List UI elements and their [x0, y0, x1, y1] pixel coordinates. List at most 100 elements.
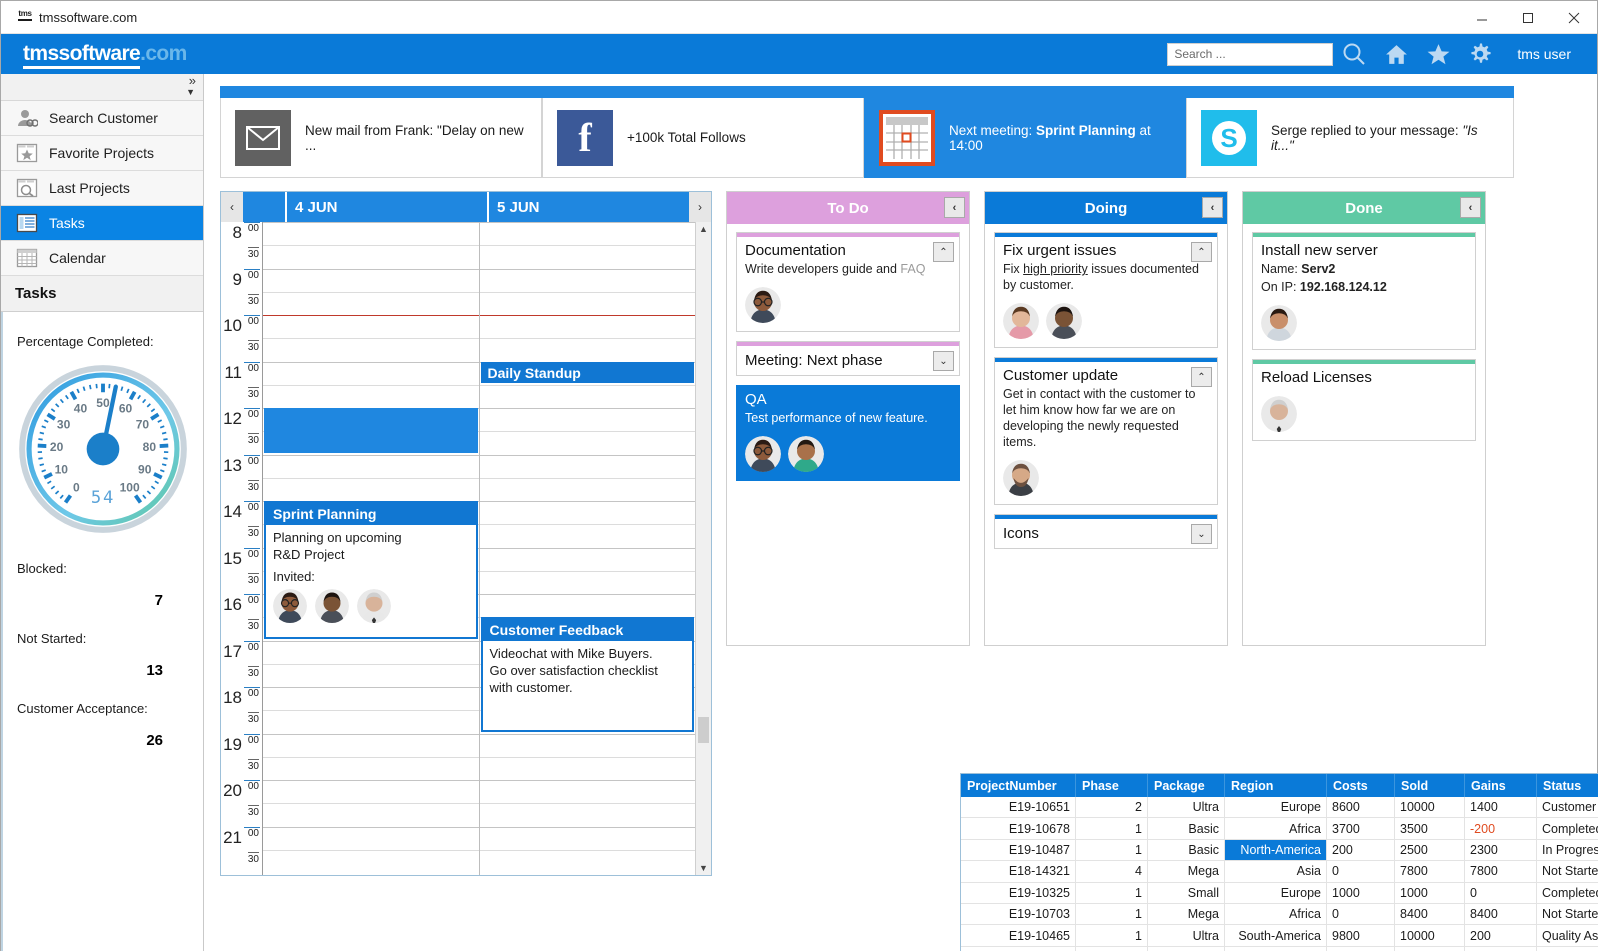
chevron-down-icon[interactable]: ▼ — [186, 87, 195, 97]
notification-item[interactable]: SSerge replied to your message: "Is it..… — [1186, 98, 1514, 178]
grid-cell[interactable]: E19-10465 — [961, 925, 1076, 945]
search-input[interactable]: Search ... — [1167, 43, 1333, 66]
grid-cell[interactable]: E18-14321 — [961, 861, 1076, 881]
grid-cell[interactable]: 1 — [1076, 904, 1148, 924]
kanban-column-collapse-button[interactable]: ‹ — [1202, 197, 1223, 218]
table-row[interactable]: E19-104871BasicNorth-America20025002300I… — [961, 840, 1598, 861]
grid-cell[interactable]: 8400 — [1395, 904, 1465, 924]
grid-cell[interactable]: Africa — [1225, 818, 1327, 838]
grid-cell[interactable]: Basic — [1148, 947, 1225, 951]
kanban-card[interactable]: Fix urgent issuesFix high priority issue… — [994, 232, 1218, 348]
calendar-prev-button[interactable]: ‹ — [221, 192, 243, 222]
grid-column-header[interactable]: Phase — [1076, 774, 1148, 797]
calendar-next-button[interactable]: › — [689, 192, 711, 222]
minimize-button[interactable] — [1459, 1, 1505, 34]
notification-item[interactable]: Next meeting: Sprint Planning at 14:00 — [864, 98, 1186, 178]
grid-cell[interactable]: 4 — [1076, 861, 1148, 881]
grid-cell[interactable]: 200 — [1327, 840, 1395, 860]
calendar-event-card[interactable]: Customer FeedbackVideochat with Mike Buy… — [481, 617, 695, 731]
sidebar-item-search-customer[interactable]: Search Customer — [1, 101, 203, 136]
grid-cell[interactable]: 8400 — [1465, 904, 1537, 924]
grid-cell[interactable]: -200 — [1465, 818, 1537, 838]
grid-cell[interactable]: 9800 — [1327, 925, 1395, 945]
grid-cell[interactable]: Quality Assurance — [1537, 925, 1598, 945]
grid-cell[interactable]: 3500 — [1395, 818, 1465, 838]
chevron-double-right-icon[interactable]: » — [189, 75, 196, 87]
grid-cell[interactable]: 2500 — [1395, 840, 1465, 860]
grid-cell[interactable]: 10000 — [1395, 797, 1465, 817]
home-icon[interactable] — [1375, 34, 1417, 74]
grid-cell[interactable]: 0 — [1465, 883, 1537, 903]
kanban-column-collapse-button[interactable]: ‹ — [944, 197, 965, 218]
grid-cell[interactable]: Ultra — [1148, 925, 1225, 945]
grid-cell[interactable]: 3700 — [1327, 818, 1395, 838]
scroll-up-icon[interactable]: ▲ — [699, 224, 708, 234]
grid-cell[interactable]: Basic — [1148, 818, 1225, 838]
grid-cell[interactable]: Europe — [1225, 883, 1327, 903]
grid-cell[interactable]: 2 — [1076, 797, 1148, 817]
gear-icon[interactable] — [1459, 34, 1501, 74]
card-expand-button[interactable]: ⌄ — [933, 351, 954, 371]
sidebar-item-last-projects[interactable]: Last Projects — [1, 171, 203, 206]
kanban-card[interactable]: Install new serverName: Serv2On IP: 192.… — [1252, 232, 1476, 350]
grid-cell[interactable]: Customer Acceptance — [1537, 797, 1598, 817]
kanban-card[interactable]: Icons⌄ — [994, 514, 1218, 549]
grid-cell[interactable]: 1 — [1076, 818, 1148, 838]
grid-column-header[interactable]: Region — [1225, 774, 1327, 797]
grid-cell[interactable]: Completed — [1537, 818, 1598, 838]
kanban-card[interactable]: Meeting: Next phase⌄ — [736, 341, 960, 376]
scroll-thumb[interactable] — [698, 717, 709, 743]
grid-cell[interactable]: E19-10325 — [961, 883, 1076, 903]
card-expand-button[interactable]: ⌄ — [1191, 524, 1212, 544]
calendar-event-block[interactable] — [264, 408, 478, 453]
grid-column-header[interactable]: Package — [1148, 774, 1225, 797]
grid-cell[interactable]: E19-10632 — [961, 947, 1076, 951]
sidebar-item-calendar[interactable]: Calendar — [1, 241, 203, 276]
grid-cell[interactable]: 7800 — [1395, 861, 1465, 881]
grid-cell[interactable]: 2300 — [1465, 840, 1537, 860]
grid-cell[interactable]: Completed — [1537, 947, 1598, 951]
calendar-day-header-0[interactable]: 4 JUN — [285, 192, 487, 222]
calendar-scrollbar[interactable]: ▲ ▼ — [695, 222, 711, 875]
grid-cell[interactable]: Asia — [1225, 861, 1327, 881]
table-row[interactable]: E19-104651UltraSouth-America980010000200… — [961, 925, 1598, 946]
kanban-card[interactable]: DocumentationWrite developers guide and … — [736, 232, 960, 332]
grid-cell[interactable]: Basic — [1148, 840, 1225, 860]
sidebar-item-favorite-projects[interactable]: Favorite Projects — [1, 136, 203, 171]
card-collapse-button[interactable]: ⌃ — [1191, 242, 1212, 262]
table-row[interactable]: E19-106781BasicAfrica37003500-200Complet… — [961, 818, 1598, 839]
grid-cell[interactable]: Mega — [1148, 861, 1225, 881]
grid-cell[interactable]: South-America — [1225, 925, 1327, 945]
table-row[interactable]: E19-106322BasicAsia39004500600Completed — [961, 947, 1598, 951]
grid-cell[interactable]: E19-10678 — [961, 818, 1076, 838]
grid-cell[interactable]: 1 — [1076, 883, 1148, 903]
sidebar-item-tasks[interactable]: Tasks — [1, 206, 203, 241]
grid-cell[interactable]: 1 — [1076, 925, 1148, 945]
scroll-down-icon[interactable]: ▼ — [699, 863, 708, 873]
grid-cell[interactable]: Ultra — [1148, 797, 1225, 817]
grid-column-header[interactable]: Sold — [1395, 774, 1465, 797]
table-row[interactable]: E19-106512UltraEurope8600100001400Custom… — [961, 797, 1598, 818]
grid-cell[interactable]: Africa — [1225, 904, 1327, 924]
grid-cell[interactable]: Europe — [1225, 797, 1327, 817]
grid-column-header[interactable]: ProjectNumber — [961, 774, 1076, 797]
grid-column-header[interactable]: Status — [1537, 774, 1598, 797]
grid-cell[interactable]: 7800 — [1465, 861, 1537, 881]
grid-cell[interactable]: Not Started — [1537, 861, 1598, 881]
grid-cell[interactable]: 8600 — [1327, 797, 1395, 817]
grid-cell[interactable]: 0 — [1327, 861, 1395, 881]
grid-cell[interactable]: 10000 — [1395, 925, 1465, 945]
grid-cell[interactable]: Completed — [1537, 883, 1598, 903]
grid-cell[interactable]: 1 — [1076, 840, 1148, 860]
maximize-button[interactable] — [1505, 1, 1551, 34]
grid-cell[interactable]: 1000 — [1327, 883, 1395, 903]
close-button[interactable] — [1551, 1, 1597, 34]
calendar-day-header-1[interactable]: 5 JUN — [487, 192, 689, 222]
table-row[interactable]: E19-107031MegaAfrica084008400Not Started — [961, 904, 1598, 925]
grid-cell[interactable]: E19-10703 — [961, 904, 1076, 924]
calendar-day-column-1[interactable]: Daily StandupCustomer FeedbackVideochat … — [479, 222, 696, 875]
grid-cell[interactable]: 3900 — [1327, 947, 1395, 951]
kanban-column-collapse-button[interactable]: ‹ — [1460, 197, 1481, 218]
grid-cell[interactable]: Not Started — [1537, 904, 1598, 924]
kanban-card[interactable]: QATest performance of new feature. — [736, 385, 960, 481]
